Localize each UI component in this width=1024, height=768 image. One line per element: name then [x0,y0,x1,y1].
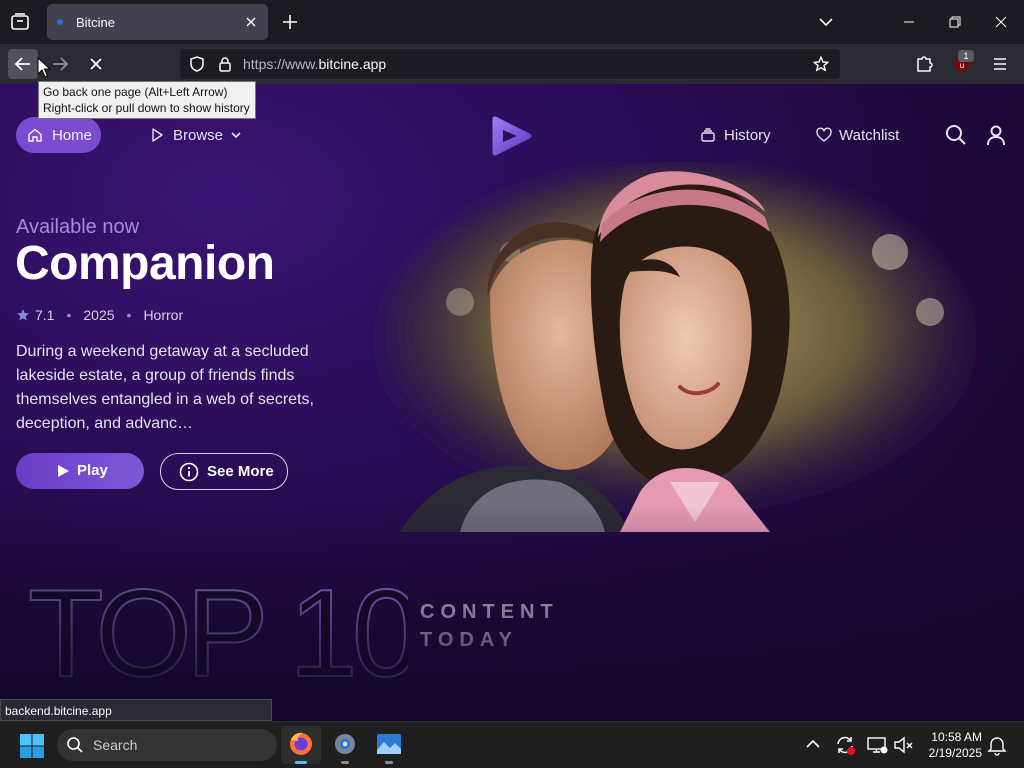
clock-time: 10:58 AM [931,730,982,744]
extensions-puzzle-icon[interactable] [912,49,938,79]
system-clock[interactable]: 10:58 AM 2/19/2025 [922,729,982,761]
meta-separator: • [66,307,72,323]
settings-gear-icon [335,734,355,754]
hero-year: 2025 [83,307,115,323]
photos-icon [377,734,401,754]
play-button-label: Play [77,462,108,479]
taskbar-firefox[interactable] [281,726,321,764]
running-app-indicator [385,761,393,764]
play-icon [58,465,69,477]
nav-browse-button[interactable]: Browse [148,117,248,153]
sync-alert-icon[interactable] [832,732,858,758]
history-stack-icon [701,128,715,142]
show-hidden-icons-chevron-icon[interactable] [800,732,826,758]
notification-bell-icon[interactable] [984,732,1010,758]
nav-history-button[interactable]: History [698,117,778,153]
mouse-cursor-icon [37,57,51,78]
top10-subtitle: CONTENT TODAY [420,598,559,654]
minimize-icon[interactable] [895,8,923,36]
hero-genre: Horror [143,307,184,323]
svg-text:TOP 10: TOP 10 [28,576,408,686]
top10-line2: TODAY [420,629,518,651]
back-arrow-icon [14,57,30,71]
nav-watchlist-label: Watchlist [839,127,900,144]
tab-list-icon [11,13,29,30]
tab-list-button[interactable] [6,8,34,36]
taskbar-search-box[interactable]: Search [57,729,277,761]
stop-x-icon [90,58,102,70]
url-text[interactable]: https://www.bitcine.app [243,56,386,72]
window-close-icon[interactable] [987,8,1015,36]
tooltip-line1: Go back one page (Alt+Left Arrow) [43,85,228,99]
hero-rating: 7.1 [35,307,55,323]
browser-tab-strip: Bitcine [0,0,1024,44]
hamburger-menu-icon[interactable] [987,49,1013,79]
active-app-indicator [295,761,307,764]
search-icon [67,737,83,753]
address-bar[interactable]: https://www.bitcine.app [180,49,840,79]
browser-navigation-bar: https://www.bitcine.app u 1 [0,44,1024,84]
meta-separator: • [126,307,132,323]
svg-text:u: u [960,61,964,70]
user-profile-icon[interactable] [984,123,1008,147]
bitcine-logo-icon[interactable] [490,114,534,158]
firefox-icon [290,732,312,755]
chevron-down-icon [231,132,241,139]
hero-description: During a weekend getaway at a secluded l… [16,343,314,432]
hero-image [375,167,975,532]
see-more-label: See More [207,463,274,480]
clock-date: 2/19/2025 [928,746,982,760]
running-app-indicator [341,761,349,764]
tab-favicon-icon [57,19,63,25]
extension-badge: 1 [958,50,974,62]
windows-start-icon[interactable] [19,733,45,759]
nav-watchlist-button[interactable]: Watchlist [815,117,905,153]
play-outline-icon [152,128,163,142]
heart-icon [816,127,832,142]
tab-title: Bitcine [76,15,116,30]
home-icon [28,128,42,142]
tooltip-line2: Right-click or pull down to show history [43,101,250,115]
restore-icon[interactable] [941,8,969,36]
info-icon [179,462,199,482]
play-button[interactable]: Play [16,453,144,489]
new-tab-icon[interactable] [278,10,302,34]
taskbar-photos[interactable] [369,726,409,764]
nav-home-button[interactable]: Home [16,117,101,153]
lock-icon[interactable] [216,55,234,73]
nav-browse-label: Browse [173,127,224,144]
taskbar-search-label: Search [93,737,138,753]
top10-big-text: TOP 10 [28,576,408,686]
hero-title: Companion [15,237,275,290]
windows-taskbar: Search 10:58 AM 2/19/2025 [0,721,1024,768]
bookmark-star-icon[interactable] [812,55,830,73]
volume-muted-icon[interactable] [891,732,917,758]
taskbar-settings[interactable] [325,726,365,764]
top10-heading: TOP 10 CONTENT TODAY [28,576,588,686]
status-panel: backend.bitcine.app [0,699,272,721]
rating-star-icon [17,309,29,321]
hero-meta: 7.1 • 2025 • Horror [16,307,183,323]
top10-line1: CONTENT [420,601,559,623]
hero-artwork [370,162,985,532]
search-icon[interactable] [944,123,968,147]
stop-loading-button[interactable] [81,49,111,79]
see-more-button[interactable]: See More [160,453,288,490]
back-button[interactable] [8,49,38,79]
nav-history-label: History [724,127,771,144]
tracking-protection-shield-icon[interactable] [188,55,206,73]
back-button-tooltip: Go back one page (Alt+Left Arrow) Right-… [38,81,256,119]
network-icon[interactable] [864,732,890,758]
browser-tab[interactable]: Bitcine [47,4,268,40]
nav-home-label: Home [52,127,93,144]
list-all-tabs-icon[interactable] [814,10,838,34]
tab-close-icon[interactable] [242,13,260,31]
web-page: Home Browse History Watchlist Available … [0,84,1024,721]
